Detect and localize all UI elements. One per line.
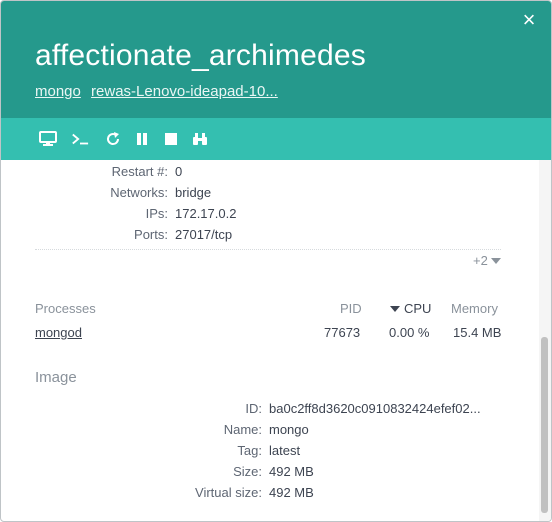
container-header: affectionate_archimedes mongo rewas-Leno…: [1, 1, 551, 118]
show-more-label: +2: [473, 253, 488, 268]
process-pid: 77673: [324, 325, 361, 340]
ports-value: 27017/tcp: [175, 227, 233, 242]
processes-header: Processes: [35, 301, 96, 316]
restart-icon[interactable]: [104, 130, 122, 148]
detail-content: Restart #: 0 Networks: bridge IPs: 172.1…: [1, 160, 539, 521]
ips-label: IPs:: [145, 206, 168, 221]
restart-label: Restart #:: [111, 164, 168, 179]
pid-header[interactable]: PID: [340, 301, 362, 316]
process-cpu: 0.00 %: [389, 325, 430, 340]
container-title: affectionate_archimedes: [35, 39, 366, 72]
monitor-icon[interactable]: [39, 130, 57, 148]
cpu-header-label: CPU: [404, 301, 432, 316]
image-tag-value: latest: [269, 443, 301, 458]
terminal-icon[interactable]: [71, 130, 89, 148]
sort-desc-icon: [390, 306, 400, 312]
networks-label: Networks:: [110, 185, 168, 200]
container-detail-panel: affectionate_archimedes mongo rewas-Leno…: [0, 0, 552, 522]
cpu-header[interactable]: CPU: [390, 301, 431, 316]
image-size-value: 492 MB: [269, 464, 314, 479]
process-name-link[interactable]: mongod: [35, 325, 82, 340]
stop-icon[interactable]: [162, 130, 180, 148]
close-icon[interactable]: ×: [519, 9, 539, 31]
image-vsize-label: Virtual size:: [195, 485, 262, 500]
image-link[interactable]: mongo: [35, 83, 81, 100]
action-toolbar: [1, 118, 551, 160]
pause-icon[interactable]: [133, 130, 151, 148]
host-link[interactable]: rewas-Lenovo-ideapad-10...: [91, 83, 278, 100]
restart-value: 0: [175, 164, 183, 179]
networks-value: bridge: [175, 185, 212, 200]
image-id-value: ba0c2ff8d3620c0910832424efef02...: [269, 401, 481, 416]
ips-value: 172.17.0.2: [175, 206, 237, 221]
memory-header[interactable]: Memory: [451, 301, 498, 316]
image-tag-label: Tag:: [237, 443, 262, 458]
image-section-title: Image: [35, 369, 77, 386]
ports-label: Ports:: [134, 227, 168, 242]
process-memory: 15.4 MB: [453, 325, 502, 340]
binoculars-icon[interactable]: [191, 130, 209, 148]
details-divider: [35, 249, 501, 250]
show-more-toggle[interactable]: +2: [473, 253, 501, 268]
image-name-label: Name:: [223, 422, 262, 437]
image-name-value: mongo: [269, 422, 309, 437]
image-id-label: ID:: [245, 401, 262, 416]
scrollbar-thumb[interactable]: [541, 337, 548, 513]
caret-down-icon: [490, 258, 501, 264]
image-size-label: Size:: [233, 464, 262, 479]
breadcrumb: mongo rewas-Lenovo-ideapad-10...: [35, 83, 284, 100]
image-vsize-value: 492 MB: [269, 485, 314, 500]
